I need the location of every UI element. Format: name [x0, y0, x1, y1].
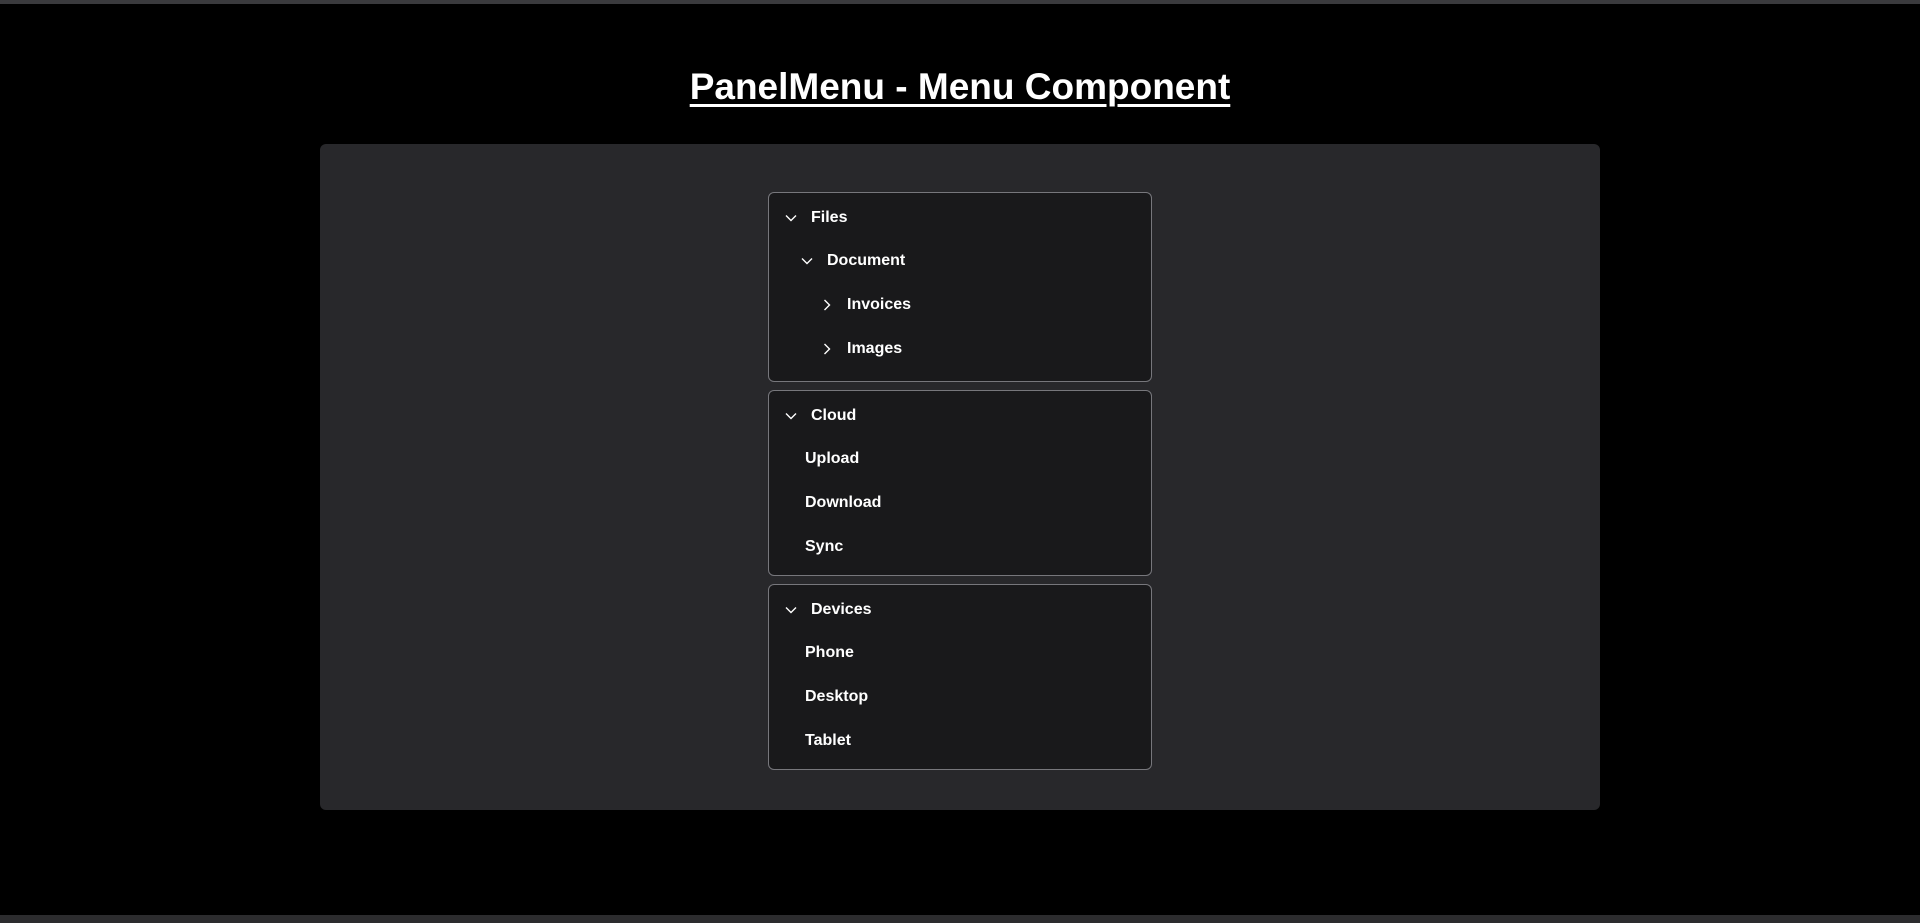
- chevron-right-icon: [819, 297, 835, 313]
- menu-item-label: Tablet: [805, 732, 851, 749]
- menu-item-label: Phone: [805, 644, 854, 661]
- chevron-down-icon: [783, 602, 799, 618]
- menu-item-phone[interactable]: Phone: [769, 631, 1151, 675]
- panel-menu: Files Document Invoices Images Cloud Upl…: [768, 192, 1152, 778]
- submenu-label: Document: [827, 252, 906, 269]
- window-top-border: [0, 0, 1920, 4]
- panel-header-label: Files: [811, 209, 848, 226]
- window-bottom-bar: [0, 915, 1920, 923]
- menu-item-label: Download: [805, 494, 882, 511]
- panel-cloud: Cloud Upload Download Sync: [768, 390, 1152, 576]
- panel-header-cloud[interactable]: Cloud: [769, 395, 1151, 437]
- menu-item-desktop[interactable]: Desktop: [769, 675, 1151, 719]
- panel-files: Files Document Invoices Images: [768, 192, 1152, 382]
- chevron-down-icon: [783, 408, 799, 424]
- menu-item-sync[interactable]: Sync: [769, 525, 1151, 569]
- chevron-right-icon: [819, 341, 835, 357]
- menu-item-upload[interactable]: Upload: [769, 437, 1151, 481]
- submenu-label: Invoices: [847, 296, 912, 313]
- menu-item-tablet[interactable]: Tablet: [769, 719, 1151, 763]
- panel-header-files[interactable]: Files: [769, 197, 1151, 239]
- chevron-down-icon: [799, 253, 815, 269]
- submenu-images[interactable]: Images: [769, 327, 1151, 371]
- submenu-label: Images: [847, 340, 903, 357]
- menu-item-label: Sync: [805, 538, 844, 555]
- menu-item-label: Desktop: [805, 688, 869, 705]
- chevron-down-icon: [783, 210, 799, 226]
- panel-header-label: Devices: [811, 601, 872, 618]
- panel-header-devices[interactable]: Devices: [769, 589, 1151, 631]
- panel-devices: Devices Phone Desktop Tablet: [768, 584, 1152, 770]
- menu-item-label: Upload: [805, 450, 860, 467]
- panel-header-label: Cloud: [811, 407, 857, 424]
- page-title: PanelMenu - Menu Component: [689, 66, 1231, 107]
- submenu-document[interactable]: Document: [769, 239, 1151, 283]
- menu-item-download[interactable]: Download: [769, 481, 1151, 525]
- submenu-invoices[interactable]: Invoices: [769, 283, 1151, 327]
